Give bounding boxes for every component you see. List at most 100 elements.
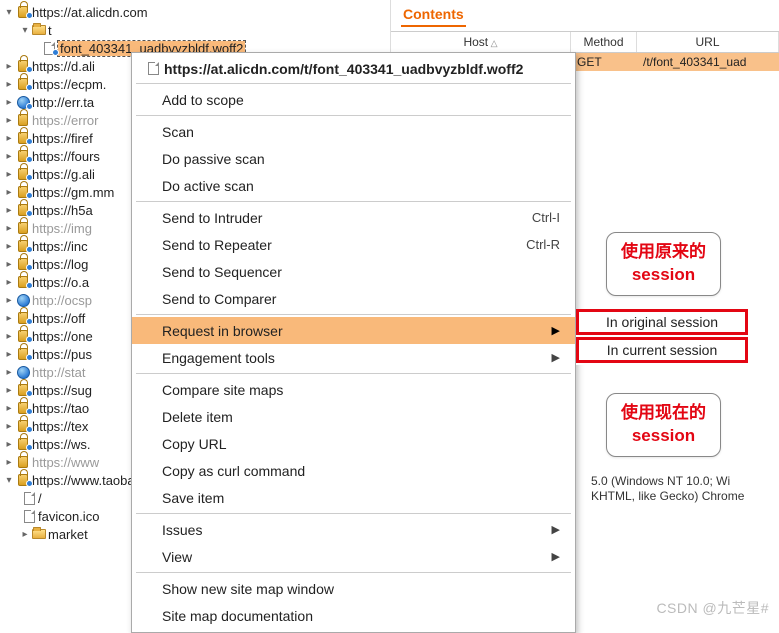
tree-site-label: https://ws. [32, 437, 91, 452]
tree-site-label: https://h5a [32, 203, 93, 218]
ctx-item[interactable]: Engagement tools▶ [132, 344, 575, 371]
separator [136, 83, 571, 84]
submenu-request-in-browser: In original session In current session [576, 309, 748, 365]
ctx-item[interactable]: Send to Repeater Ctrl-R [132, 231, 575, 258]
ctx-item-label: Send to Repeater [162, 237, 272, 253]
tab-contents[interactable]: Contents [401, 3, 466, 27]
ctx-item-label: Request in browser [162, 323, 283, 339]
lock-icon [14, 258, 32, 270]
folder-icon [30, 25, 48, 35]
lock-icon [14, 384, 32, 396]
ctx-item-label: Site map documentation [162, 608, 313, 624]
request-raw-text: 5.0 (Windows NT 10.0; Wi KHTML, like Gec… [591, 474, 744, 504]
ctx-item-label: Save item [162, 490, 224, 506]
chevron-right-icon: ▸ [4, 97, 14, 108]
ctx-item[interactable]: Save item [132, 484, 575, 511]
ctx-item[interactable]: Send to Sequencer [132, 258, 575, 285]
tree-folder-label: market [48, 527, 88, 542]
lock-icon [14, 312, 32, 324]
submenu-original-session[interactable]: In original session [576, 309, 748, 335]
tree-folder-label: t [48, 23, 52, 38]
ctx-item[interactable]: Copy URL [132, 430, 575, 457]
col-url[interactable]: URL [637, 32, 779, 52]
ctx-item-label: Show new site map window [162, 581, 334, 597]
chevron-down-icon: ▾ [4, 475, 14, 486]
tree-folder[interactable]: ▾ t [0, 21, 390, 39]
chevron-right-icon: ▸ [4, 349, 14, 360]
lock-icon [14, 330, 32, 342]
chevron-right-icon: ▸ [4, 169, 14, 180]
separator [136, 572, 571, 573]
lock-icon [14, 420, 32, 432]
ctx-item-label: Add to scope [162, 92, 244, 108]
lock-icon [14, 186, 32, 198]
ctx-item-label: Copy URL [162, 436, 227, 452]
col-host[interactable]: Host [391, 32, 571, 52]
submenu-current-session[interactable]: In current session [576, 337, 748, 363]
ctx-item[interactable]: Show new site map window [132, 575, 575, 602]
ctx-item[interactable]: Request in browser ▶ [132, 317, 575, 344]
globe-icon [14, 366, 32, 379]
chevron-right-icon: ▸ [4, 331, 14, 342]
tree-site-label: https://one [32, 329, 93, 344]
lock-icon [14, 456, 32, 468]
ctx-item-label: Do passive scan [162, 151, 265, 167]
ctx-header-url: https://at.alicdn.com/t/font_403341_uadb… [164, 61, 523, 77]
chevron-right-icon: ▸ [20, 529, 30, 540]
chevron-right-icon: ▸ [4, 259, 14, 270]
lock-icon [14, 78, 32, 90]
tree-site-label: https://gm.mm [32, 185, 114, 200]
tabbar: Contents [391, 0, 779, 27]
tree-file-label: favicon.ico [38, 509, 99, 524]
lock-icon [14, 474, 32, 486]
ctx-item[interactable]: Site map documentation [132, 602, 575, 629]
ctx-item[interactable]: Scan [132, 118, 575, 145]
ctx-item[interactable]: Do active scan [132, 172, 575, 199]
lock-icon [14, 276, 32, 288]
tree-site-label: https://d.ali [32, 59, 95, 74]
col-method[interactable]: Method [571, 32, 637, 52]
chevron-right-icon: ▸ [4, 79, 14, 90]
separator [136, 115, 571, 116]
chevron-right-icon: ▸ [4, 385, 14, 396]
lock-icon [14, 222, 32, 234]
lock-icon [14, 204, 32, 216]
separator [136, 513, 571, 514]
tree-site-label: https://ecpm. [32, 77, 106, 92]
tree-site-label: https://img [32, 221, 92, 236]
chevron-right-icon: ▸ [4, 205, 14, 216]
chevron-right-icon: ▸ [4, 367, 14, 378]
chevron-right-icon: ▸ [4, 187, 14, 198]
chevron-right-icon: ▸ [4, 61, 14, 72]
tree-site-label: https://inc [32, 239, 88, 254]
chevron-right-icon: ▸ [4, 439, 14, 450]
ctx-item[interactable]: Send to Comparer [132, 285, 575, 312]
ctx-item[interactable]: Delete item [132, 403, 575, 430]
ctx-item[interactable]: Send to IntruderCtrl-I [132, 204, 575, 231]
ctx-header: https://at.alicdn.com/t/font_403341_uadb… [132, 56, 575, 81]
tree-site-label: https://at.alicdn.com [32, 5, 148, 20]
ctx-item[interactable]: Issues▶ [132, 516, 575, 543]
separator [136, 314, 571, 315]
ctx-item-label: Copy as curl command [162, 463, 305, 479]
chevron-right-icon: ▸ [4, 151, 14, 162]
lock-icon [14, 240, 32, 252]
watermark: CSDN @九芒星# [656, 598, 769, 618]
tree-site-root[interactable]: ▾ https://at.alicdn.com [0, 3, 390, 21]
chevron-down-icon: ▾ [4, 7, 14, 18]
ctx-item-label: Engagement tools [162, 350, 275, 366]
lock-icon [14, 132, 32, 144]
tree-file-label: / [38, 491, 42, 506]
lock-icon [14, 60, 32, 72]
shortcut-label: Ctrl-R [526, 237, 560, 252]
ctx-item[interactable]: Add to scope [132, 86, 575, 113]
shortcut-label: Ctrl-I [532, 210, 560, 225]
ctx-item[interactable]: Compare site maps [132, 376, 575, 403]
ctx-item[interactable]: Copy as curl command [132, 457, 575, 484]
chevron-right-icon: ▶ [552, 324, 560, 337]
chevron-right-icon: ▸ [4, 115, 14, 126]
ctx-item-label: Issues [162, 522, 202, 538]
chevron-right-icon: ▸ [4, 241, 14, 252]
ctx-item[interactable]: Do passive scan [132, 145, 575, 172]
ctx-item[interactable]: View▶ [132, 543, 575, 570]
